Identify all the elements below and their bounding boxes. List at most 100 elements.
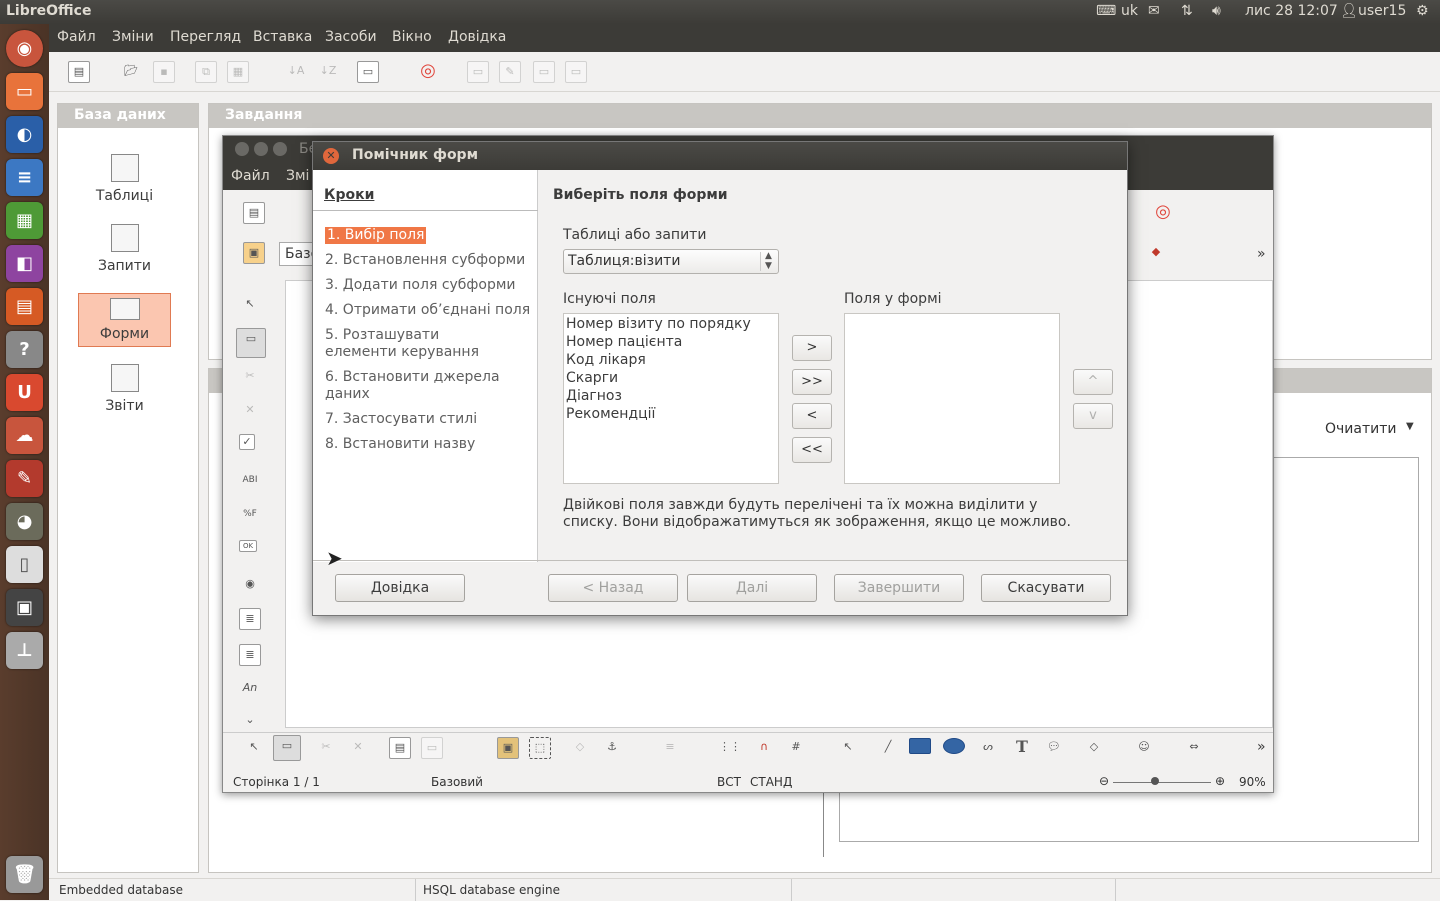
fw-position-icon[interactable]: ◇ xyxy=(569,737,591,759)
option-button-icon[interactable]: ◉ xyxy=(239,574,261,596)
design-mode-icon[interactable]: ▭ xyxy=(236,328,266,358)
form-icon[interactable]: ▭ xyxy=(357,61,379,83)
status-insert-mode[interactable]: ВСТ xyxy=(717,775,741,789)
close-icon[interactable] xyxy=(235,142,249,156)
draw-select-icon[interactable]: ↖ xyxy=(837,737,859,759)
workspace-icon[interactable]: ▣ xyxy=(6,589,43,626)
next-button[interactable]: Далі xyxy=(687,574,817,602)
basic-shapes-icon[interactable]: ◇ xyxy=(1083,737,1105,759)
more-controls-icon[interactable]: ⌄ xyxy=(239,710,261,732)
keyboard-icon[interactable]: ⌨ xyxy=(1096,3,1116,19)
user-icon[interactable]: 👤︎ xyxy=(1340,3,1358,19)
chevron-down-icon[interactable]: ▼ xyxy=(1406,421,1414,432)
fw-lifebuoy-icon[interactable]: ◎ xyxy=(1152,202,1174,224)
network-icon[interactable]: ⇅ xyxy=(1181,3,1193,19)
db-item-reports[interactable]: Звіти xyxy=(78,364,171,414)
step-6[interactable]: 6. Встановити джерела даних xyxy=(325,369,505,403)
usb-icon[interactable]: ⊥ xyxy=(6,632,43,669)
step-1[interactable]: 1. Вибір поля xyxy=(325,227,427,244)
menu-view[interactable]: Перегляд xyxy=(170,29,241,45)
paste-icon[interactable]: ▦ xyxy=(227,61,249,83)
list-item[interactable]: Скарги xyxy=(564,369,778,387)
user-name[interactable]: user15 xyxy=(1358,3,1406,19)
zoom-percent[interactable]: 90% xyxy=(1239,775,1266,789)
step-3[interactable]: 3. Додати поля субформи xyxy=(325,277,516,294)
form-fields-list[interactable] xyxy=(844,313,1060,484)
line-icon[interactable]: ╱ xyxy=(877,737,899,759)
formatted-field-icon[interactable]: %F xyxy=(239,504,261,526)
db-item-tables[interactable]: Таблиці xyxy=(78,154,171,204)
new-doc-icon[interactable]: ▤ xyxy=(68,61,90,83)
fw-menu-edit[interactable]: Змі xyxy=(286,168,309,184)
sort-asc-icon[interactable]: ↓A xyxy=(285,61,307,83)
existing-fields-list[interactable]: Номер візиту по порядку Номер пацієнта К… xyxy=(563,313,779,484)
software-center-icon[interactable]: U xyxy=(6,374,43,411)
text-icon[interactable]: T xyxy=(1011,737,1033,759)
files-icon[interactable]: ▭ xyxy=(6,73,43,110)
firefox-icon[interactable]: ◐ xyxy=(6,116,43,153)
trash-icon[interactable]: 🗑︎ xyxy=(6,856,43,893)
volume-icon[interactable]: 🔊︎ xyxy=(1212,3,1221,19)
base-icon[interactable]: ◧ xyxy=(6,245,43,282)
align-icon[interactable]: ≡ xyxy=(659,737,681,759)
open-icon[interactable]: 📂︎ xyxy=(120,61,142,83)
db-delete-icon[interactable]: ▭ xyxy=(533,61,555,83)
symbol-shapes-icon[interactable]: ☺ xyxy=(1133,737,1155,759)
keyboard-lang[interactable]: uk xyxy=(1121,3,1138,19)
menu-file[interactable]: Файл xyxy=(57,29,96,45)
fw-select-area-icon[interactable]: ⬚ xyxy=(529,737,551,759)
ubuntu-one-icon[interactable]: ☁ xyxy=(6,417,43,454)
lifebuoy-icon[interactable]: ◎ xyxy=(417,61,439,83)
more-draw-icon[interactable]: » xyxy=(1257,739,1266,755)
remove-field-button[interactable]: < xyxy=(792,403,832,429)
ellipse-icon[interactable] xyxy=(943,738,965,754)
settings-icon[interactable]: ✎ xyxy=(6,460,43,497)
fw-tab-order-icon[interactable]: ▤ xyxy=(389,737,411,759)
combobox-icon[interactable]: ≣ xyxy=(239,644,261,666)
move-down-button[interactable]: v xyxy=(1073,403,1113,429)
block-arrows-icon[interactable]: ⇔ xyxy=(1183,737,1205,759)
zoom-slider[interactable] xyxy=(1113,782,1211,783)
fw-navigator2-icon[interactable]: ▣ xyxy=(497,737,519,759)
fw-add-field-icon[interactable]: ▭ xyxy=(421,737,443,759)
table-select[interactable]: Таблиця:візити ▲ ▼ xyxy=(563,249,779,274)
fw-new-icon[interactable]: ▤ xyxy=(243,202,265,224)
checkbox-icon[interactable]: ✓ xyxy=(239,434,255,450)
status-select-mode[interactable]: СТАНД xyxy=(750,775,792,789)
move-up-button[interactable]: ^ xyxy=(1073,369,1113,395)
control-wizard-icon[interactable]: ✂ xyxy=(239,366,261,388)
fw-navigator-icon[interactable]: ▣ xyxy=(243,242,265,264)
writer-icon[interactable]: ≡ xyxy=(6,159,43,196)
step-4[interactable]: 4. Отримати об’єднані поля xyxy=(325,302,530,319)
zoom-in-icon[interactable]: ⊕ xyxy=(1215,774,1225,788)
add-all-fields-button[interactable]: >> xyxy=(792,369,832,395)
menu-help[interactable]: Довідка xyxy=(448,29,506,45)
impress-icon[interactable]: ▤ xyxy=(6,288,43,325)
listbox-icon[interactable]: ≣ xyxy=(239,608,261,630)
fw-wizard-icon[interactable]: ✂ xyxy=(315,737,337,759)
snap-magnet-icon[interactable]: ∩ xyxy=(753,737,775,759)
back-button[interactable]: < Назад xyxy=(548,574,678,602)
step-7[interactable]: 7. Застосувати стилі xyxy=(325,411,477,428)
list-item[interactable]: Номер пацієнта xyxy=(564,333,778,351)
list-item[interactable]: Код лікаря xyxy=(564,351,778,369)
fw-design-mode-icon[interactable]: ▭ xyxy=(273,735,301,761)
menu-insert[interactable]: Вставка xyxy=(253,29,312,45)
cancel-button[interactable]: Скасувати xyxy=(981,574,1111,602)
rectangle-icon[interactable] xyxy=(909,738,931,754)
push-button-icon[interactable]: OK xyxy=(239,540,257,552)
fw-color-icon[interactable]: ◆ xyxy=(1145,242,1167,264)
clock[interactable]: лис 28 12:07 xyxy=(1245,3,1338,19)
remove-all-fields-button[interactable]: << xyxy=(792,437,832,463)
list-item[interactable]: Рекомендції xyxy=(564,405,778,423)
add-field-button[interactable]: > xyxy=(792,335,832,361)
more-tools-icon[interactable]: » xyxy=(1257,246,1266,262)
form-properties-icon[interactable]: ✕ xyxy=(239,400,261,422)
clear-dropdown[interactable]: Очиатити xyxy=(1325,421,1396,437)
step-8[interactable]: 8. Встановити назву xyxy=(325,436,475,453)
curve-icon[interactable]: ᔕ xyxy=(977,737,999,759)
menu-window[interactable]: Вікно xyxy=(392,29,432,45)
close-icon[interactable]: ✕ xyxy=(323,148,339,164)
help-button[interactable]: Довідка xyxy=(335,574,465,602)
sort-desc-icon[interactable]: ↓Z xyxy=(317,61,339,83)
